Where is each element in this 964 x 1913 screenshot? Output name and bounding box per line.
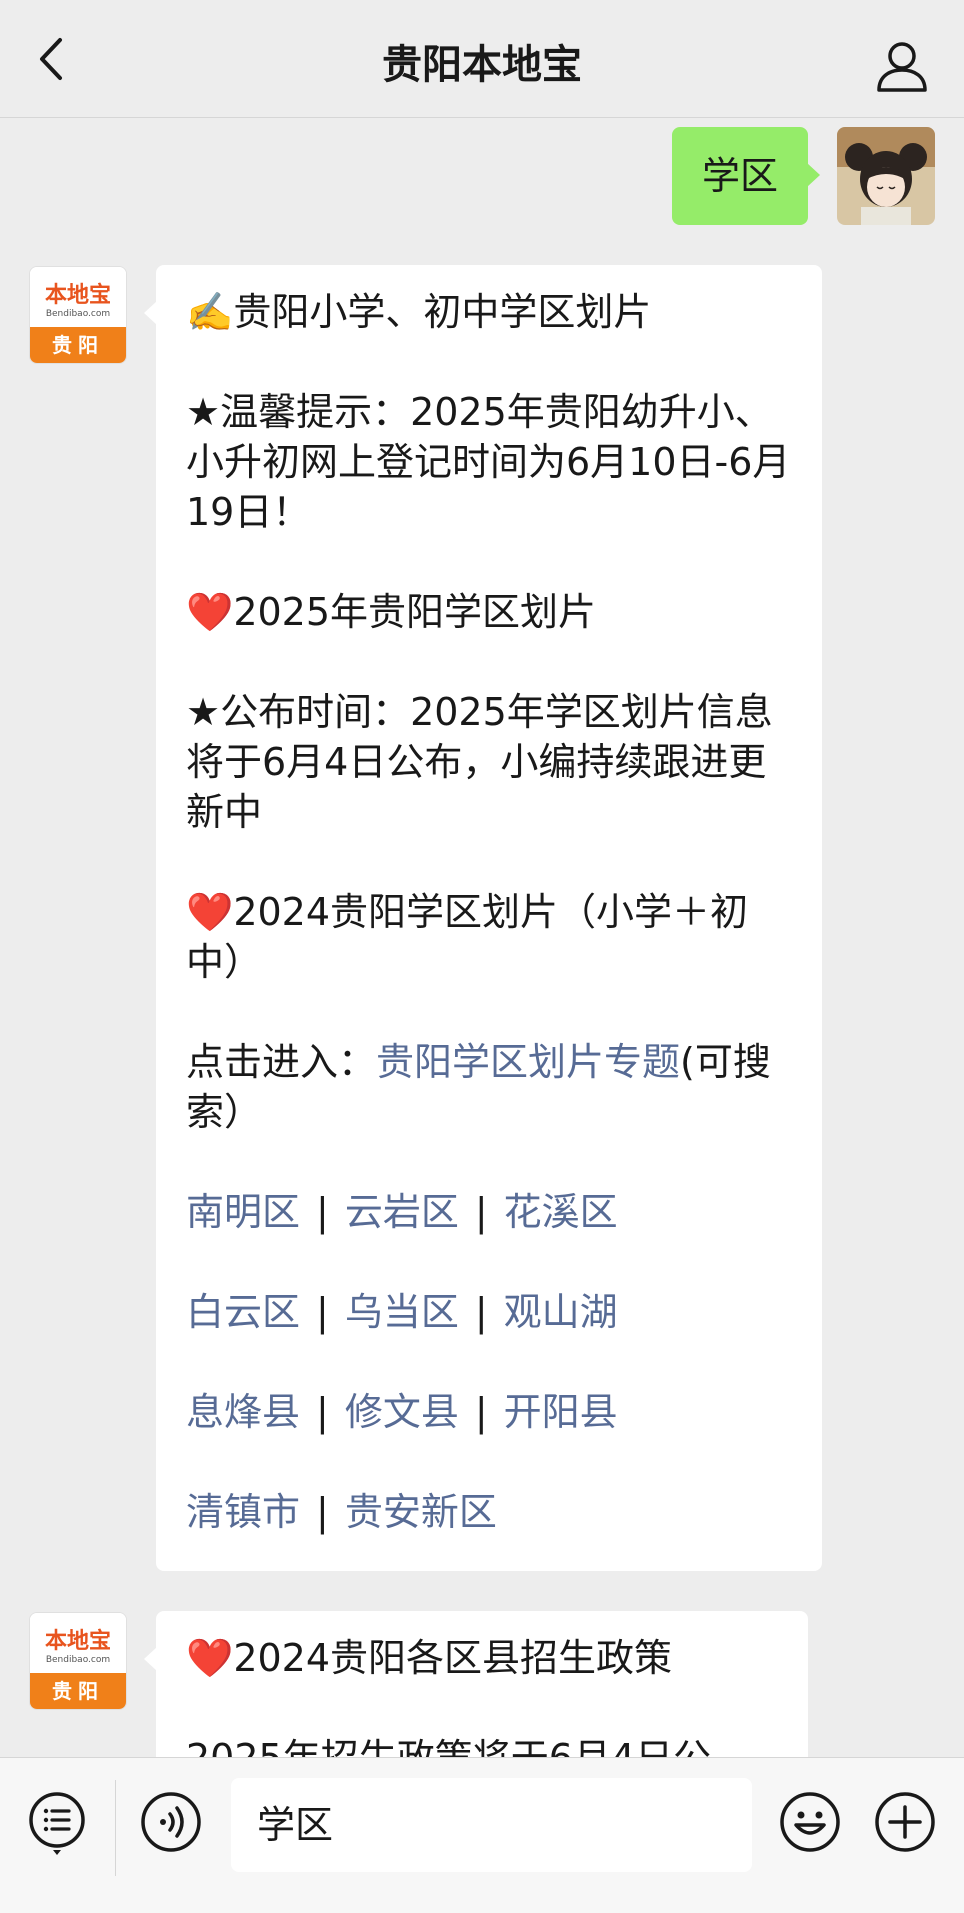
separator: |: [316, 1390, 329, 1434]
emoji-icon[interactable]: [779, 1791, 841, 1853]
bot-message-bubble[interactable]: ❤️2024贵阳各区县招生政策 2025年招生政策将于6月4日公: [144, 1611, 808, 1757]
chat-area[interactable]: 学区 本地宝 Bendibao.com 贵阳 ✍️贵阳小学、初中学区划片 ★温馨…: [0, 119, 964, 1757]
policy-partial-text: 2025年招生政策将于6月4日公: [186, 1733, 778, 1757]
district-link[interactable]: 南明区: [186, 1190, 300, 1234]
policy-heading: ❤️2024贵阳各区县招生政策: [186, 1636, 673, 1680]
heading-2024: ❤️2024贵阳学区划片（小学＋初中）: [186, 890, 749, 984]
page-title: 贵阳本地宝: [382, 42, 582, 88]
menu-list-icon[interactable]: [28, 1791, 86, 1855]
input-bar: 学区: [0, 1757, 964, 1913]
separator: |: [316, 1190, 329, 1234]
topic-link[interactable]: 贵阳学区划片专题: [376, 1040, 680, 1084]
separator: |: [316, 1290, 329, 1334]
separator: |: [474, 1190, 488, 1234]
topic-entry: 点击进入：贵阳学区划片专题(可搜索）: [186, 1037, 792, 1137]
publish-time: ★公布时间：2025年学区划片信息将于6月4日公布，小编持续跟进更新中: [186, 690, 773, 834]
bot-avatar[interactable]: 本地宝 Bendibao.com 贵阳: [29, 1612, 127, 1710]
district-link[interactable]: 白云区: [186, 1290, 300, 1334]
district-row-1: 南明区 | 云岩区 | 花溪区: [186, 1187, 792, 1237]
voice-icon[interactable]: [140, 1791, 202, 1853]
district-link[interactable]: 花溪区: [504, 1190, 618, 1234]
separator: |: [474, 1290, 488, 1334]
self-message-text: 学区: [701, 154, 778, 198]
self-message-bubble[interactable]: 学区: [671, 127, 821, 225]
message-input[interactable]: 学区: [231, 1778, 752, 1872]
registration-tip: ★温馨提示：2025年贵阳幼升小、小升初网上登记时间为6月10日-6月19日！: [186, 390, 791, 534]
separator: |: [474, 1390, 488, 1434]
district-row-3: 息烽县 | 修文县 | 开阳县: [186, 1387, 792, 1437]
nav-header: 贵阳本地宝: [0, 0, 964, 118]
topic-prefix: 点击进入：: [186, 1040, 377, 1084]
self-avatar[interactable]: [837, 127, 935, 225]
message-title: ✍️贵阳小学、初中学区划片: [186, 290, 652, 334]
district-link[interactable]: 贵安新区: [345, 1490, 497, 1534]
district-link[interactable]: 清镇市: [186, 1490, 300, 1534]
district-row-4: 清镇市 | 贵安新区: [186, 1487, 792, 1537]
bot-message-bubble[interactable]: ✍️贵阳小学、初中学区划片 ★温馨提示：2025年贵阳幼升小、小升初网上登记时间…: [144, 265, 822, 1571]
avatar-logo-text: 本地宝: [44, 282, 111, 308]
avatar-logo-sub: Bendibao.com: [45, 1655, 111, 1665]
district-row-2: 白云区 | 乌当区 | 观山湖: [186, 1287, 792, 1337]
district-link[interactable]: 云岩区: [345, 1190, 459, 1234]
avatar-logo-text: 本地宝: [44, 1628, 111, 1654]
district-link[interactable]: 修文县: [345, 1390, 459, 1434]
district-link[interactable]: 观山湖: [504, 1290, 618, 1334]
district-link[interactable]: 乌当区: [345, 1290, 459, 1334]
user-icon[interactable]: [874, 38, 930, 94]
bot-avatar[interactable]: 本地宝 Bendibao.com 贵阳: [29, 266, 127, 364]
district-link[interactable]: 开阳县: [504, 1390, 618, 1434]
separator: |: [316, 1490, 329, 1534]
avatar-logo-sub: Bendibao.com: [45, 309, 111, 319]
divider: [115, 1780, 116, 1876]
district-link[interactable]: 息烽县: [186, 1390, 300, 1434]
heading-2025: ❤️2025年贵阳学区划片: [186, 590, 597, 634]
plus-icon[interactable]: [874, 1791, 936, 1853]
avatar-city: 贵阳: [30, 1673, 126, 1709]
avatar-city: 贵阳: [30, 327, 126, 363]
